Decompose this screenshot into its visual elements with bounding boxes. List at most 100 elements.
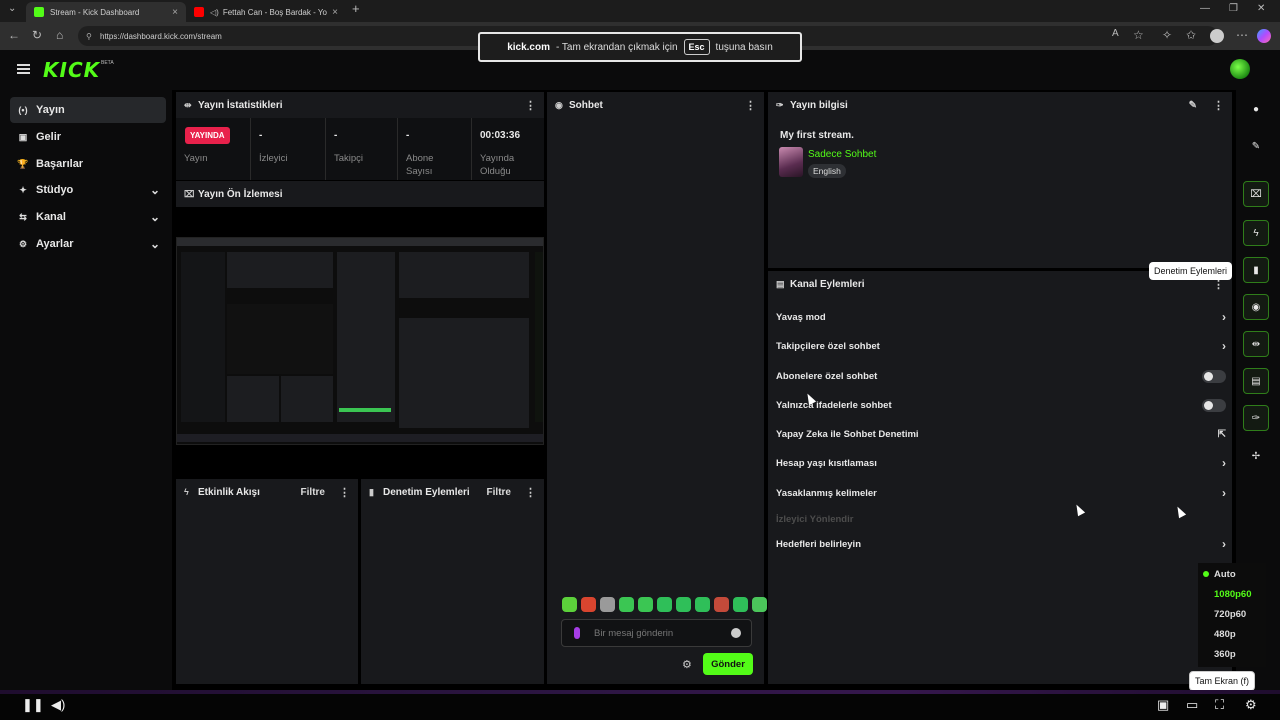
emotes-only-toggle[interactable]: [1202, 398, 1226, 412]
panel-menu-icon[interactable]: ⋮: [1213, 99, 1224, 112]
quality-720p60[interactable]: 720p60: [1214, 609, 1246, 620]
site-info-icon[interactable]: ⚲: [86, 32, 92, 41]
moderation-panel: ▮ Denetim Eylemleri Filtre ⋮: [361, 479, 544, 684]
emote-icon[interactable]: [600, 597, 615, 612]
emote-icon[interactable]: [657, 597, 672, 612]
extensions-icon[interactable]: ✧: [1162, 28, 1172, 42]
emote-icon[interactable]: [581, 597, 596, 612]
reload-icon[interactable]: ↻: [32, 28, 42, 42]
favorites-icon[interactable]: ✩: [1186, 28, 1196, 42]
tab-list-icon[interactable]: ⌄: [8, 3, 16, 14]
read-aloud-icon[interactable]: A: [1112, 28, 1119, 39]
pause-icon[interactable]: ❚❚: [22, 697, 44, 713]
preview-panel: ⌧ Yayın Ön İzlemesi: [176, 181, 544, 207]
edit-icon[interactable]: ✎: [1189, 100, 1197, 111]
send-button[interactable]: Gönder: [703, 653, 753, 675]
moderation-icon: ▮: [369, 486, 374, 497]
sidebar-item-label: Stüdyo: [36, 184, 74, 196]
chat-icon[interactable]: ◉: [1243, 294, 1269, 320]
stat-value: 00:03:36: [480, 130, 521, 141]
preview-icon[interactable]: ⌧: [1243, 181, 1269, 207]
action-ai-moderation[interactable]: Yapay Zeka ile Sohbet Denetimi ⇱: [776, 423, 1226, 445]
filter-button[interactable]: Filtre: [487, 487, 511, 498]
emote-icon[interactable]: [562, 597, 577, 612]
panel-menu-icon[interactable]: ⋮: [525, 486, 536, 499]
action-slow-mode[interactable]: Yavaş mod ›: [776, 306, 1226, 328]
fullscreen-toast: kick.com - Tam ekrandan çıkmak için Esc …: [478, 32, 802, 62]
emote-icon[interactable]: [733, 597, 748, 612]
emote-icon[interactable]: [619, 597, 634, 612]
tab-kick-dashboard[interactable]: Stream - Kick Dashboard ×: [26, 2, 186, 22]
restore-icon[interactable]: ❐: [1229, 3, 1238, 14]
sidebar-item-studyo[interactable]: ✦ Stüdyo ⌄: [10, 177, 166, 203]
sidebar-item-gelir[interactable]: ▣ Gelir: [10, 124, 166, 150]
back-icon[interactable]: ←: [8, 28, 20, 42]
edit-icon[interactable]: ✎: [1243, 133, 1269, 159]
emote-icon[interactable]: [695, 597, 710, 612]
profile-avatar[interactable]: [1210, 29, 1224, 43]
settings-gear-icon[interactable]: ⚙: [1245, 697, 1257, 713]
subscribers-only-toggle[interactable]: [1202, 369, 1226, 383]
emote-icon[interactable]: [676, 597, 691, 612]
sidebar-item-kanal[interactable]: ⇆ Kanal ⌄: [10, 204, 166, 230]
panel-menu-icon[interactable]: ⋮: [525, 99, 536, 112]
kick-logo[interactable]: KICK: [43, 58, 100, 82]
close-tab-icon[interactable]: ×: [172, 7, 178, 18]
sidebar-item-ayarlar[interactable]: ⚙ Ayarlar ⌄: [10, 231, 166, 257]
emote-icon[interactable]: [714, 597, 729, 612]
action-banned-words[interactable]: Yasaklanmış kelimeler ›: [776, 482, 1226, 504]
sidebar-item-basarilar[interactable]: 🏆 Başarılar: [10, 151, 166, 177]
panel-title: Yayın İstatistikleri: [198, 99, 283, 111]
category-link[interactable]: Sadece Sohbet: [808, 149, 876, 160]
menu-icon[interactable]: [17, 64, 30, 74]
emote-icon[interactable]: [638, 597, 653, 612]
stats-icon[interactable]: ⇹: [1243, 331, 1269, 357]
user-avatar[interactable]: [1230, 59, 1250, 79]
emote-icon[interactable]: [752, 597, 767, 612]
home-icon[interactable]: ⌂: [56, 28, 63, 42]
filter-button[interactable]: Filtre: [301, 487, 325, 498]
moderation-icon[interactable]: ▮: [1243, 257, 1269, 283]
emoji-icon[interactable]: [731, 628, 741, 638]
panel-title: Yayın Ön İzlemesi: [198, 188, 283, 200]
quality-1080p60[interactable]: 1080p60: [1214, 589, 1252, 600]
theatre-mode-icon[interactable]: ▭: [1186, 697, 1198, 713]
preview-video[interactable]: [176, 237, 544, 445]
chevron-right-icon: ›: [1222, 310, 1226, 324]
stat-label: Yayında Olduğu: [480, 153, 515, 177]
wrench-icon[interactable]: ✑: [1243, 405, 1269, 431]
minimize-icon[interactable]: —: [1200, 3, 1210, 14]
miniplayer-icon[interactable]: ▣: [1157, 697, 1169, 713]
chat-input[interactable]: Bir mesaj gönderin: [561, 619, 752, 647]
microphone-icon[interactable]: [574, 627, 580, 639]
sidebar-item-yayin[interactable]: (•) Yayın: [10, 97, 166, 123]
lightning-icon[interactable]: ϟ: [1243, 220, 1269, 246]
new-tab-icon[interactable]: +: [352, 1, 360, 16]
fullscreen-icon[interactable]: ⛶: [1215, 697, 1224, 713]
favorite-star-icon[interactable]: ☆: [1133, 28, 1144, 42]
action-redirect-viewers: İzleyici Yönlendir: [776, 508, 1226, 530]
panel-menu-icon[interactable]: ⋮: [339, 486, 350, 499]
more-icon[interactable]: ✢: [1243, 443, 1269, 469]
speaker-icon: ◁): [210, 7, 219, 17]
beta-badge: BETA: [101, 60, 114, 66]
progress-track[interactable]: [0, 690, 1280, 694]
volume-icon[interactable]: ◀): [51, 697, 65, 713]
more-options-icon[interactable]: ⋯: [1236, 28, 1248, 42]
close-tab-icon[interactable]: ×: [332, 7, 338, 18]
copilot-icon[interactable]: [1257, 29, 1271, 43]
action-set-goals[interactable]: Hedefleri belirleyin ›: [776, 533, 1226, 555]
action-account-age[interactable]: Hesap yaşı kısıtlaması ›: [776, 452, 1226, 474]
quality-auto[interactable]: Auto: [1214, 569, 1236, 580]
quality-360p[interactable]: 360p: [1214, 649, 1236, 660]
chat-settings-icon[interactable]: ⚙: [682, 658, 692, 671]
channel-actions-icon[interactable]: ▤: [1243, 368, 1269, 394]
panel-menu-icon[interactable]: ⋮: [745, 99, 756, 112]
close-window-icon[interactable]: ✕: [1257, 3, 1265, 14]
action-followers-only[interactable]: Takipçilere özel sohbet ›: [776, 335, 1226, 357]
info-icon[interactable]: ●: [1243, 96, 1269, 122]
quality-480p[interactable]: 480p: [1214, 629, 1236, 640]
category-thumbnail: [779, 147, 803, 177]
tab-youtube[interactable]: ◁) Fettah Can - Boş Bardak - Yo ×: [186, 2, 346, 22]
stream-title: My first stream.: [780, 130, 854, 141]
